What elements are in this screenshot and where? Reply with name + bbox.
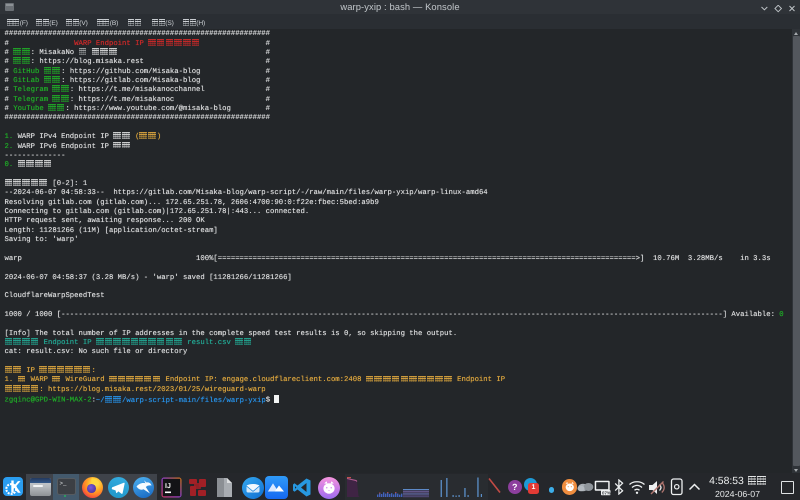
svg-text:07%: 07% [602, 490, 611, 495]
svg-text:IJ: IJ [165, 483, 171, 490]
